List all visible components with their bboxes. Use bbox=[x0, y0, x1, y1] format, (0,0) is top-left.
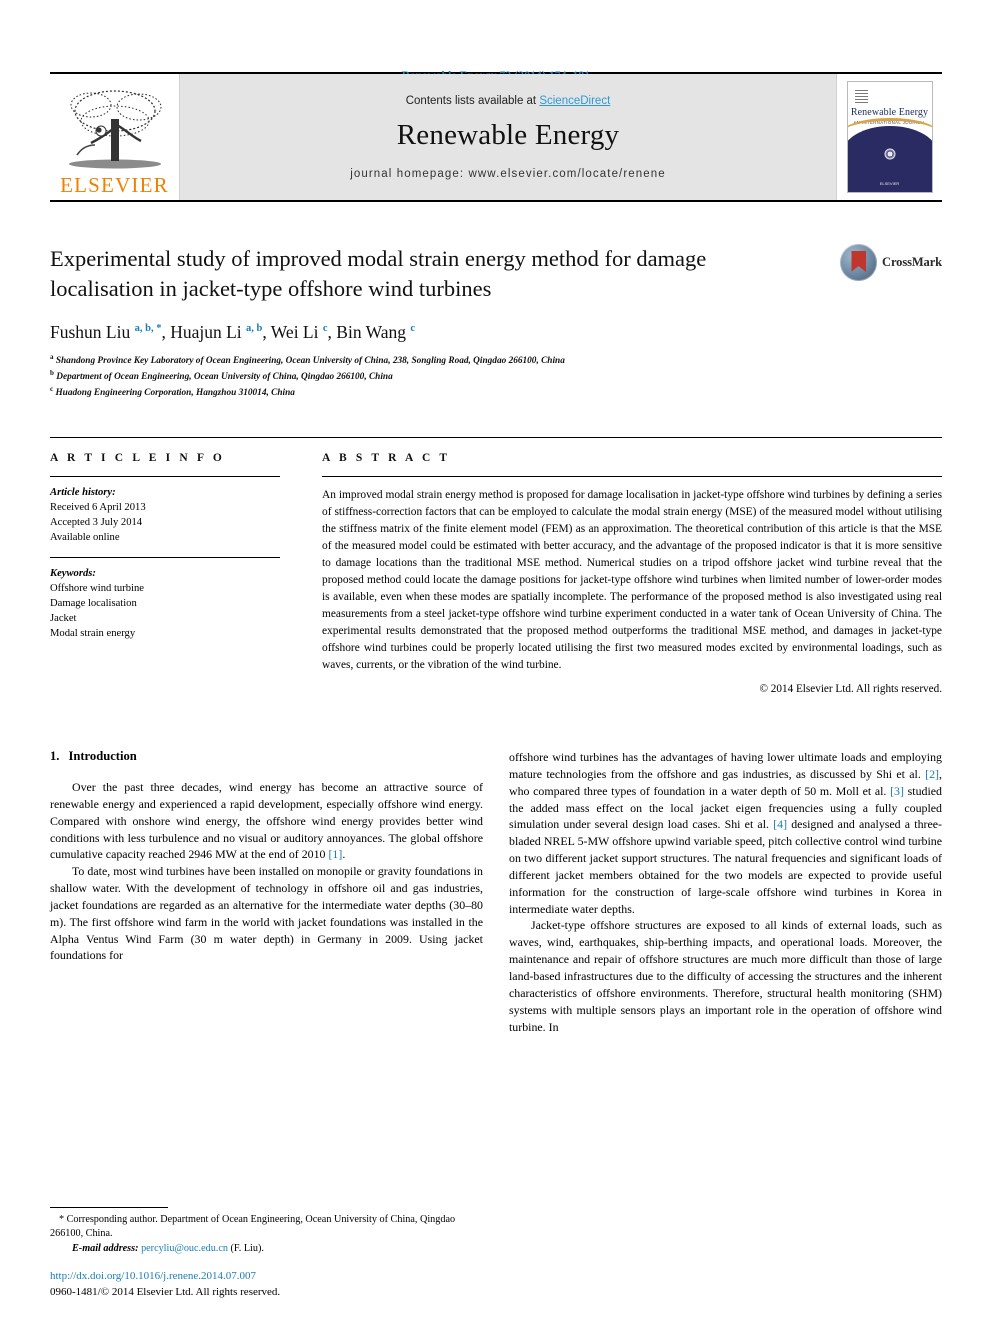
paragraph: Jacket-type offshore structures are expo… bbox=[509, 918, 942, 1034]
affiliation-list: a Shandong Province Key Laboratory of Oc… bbox=[50, 352, 942, 401]
cover-emblem-icon bbox=[881, 146, 898, 162]
elsevier-wordmark: ELSEVIER bbox=[60, 173, 169, 197]
title-block: CrossMark Experimental study of improved… bbox=[50, 244, 942, 401]
citation-ref[interactable]: [4] bbox=[773, 817, 787, 831]
affiliation-mark: c bbox=[50, 385, 54, 394]
keyword-item: Damage localisation bbox=[50, 597, 137, 609]
cover-footer-text: ELSEVIER bbox=[879, 181, 900, 186]
affiliation-text: Department of Ocean Engineering, Ocean U… bbox=[56, 372, 393, 383]
keyword-item: Modal strain energy bbox=[50, 627, 136, 639]
cover-publisher-icon bbox=[854, 88, 868, 103]
section-heading-introduction: 1. Introduction bbox=[50, 749, 483, 764]
keyword-item: Jacket bbox=[50, 612, 77, 624]
sciencedirect-link[interactable]: ScienceDirect bbox=[539, 95, 610, 107]
contents-prefix: Contents lists available at bbox=[405, 94, 540, 107]
paragraph: To date, most wind turbines have been in… bbox=[50, 864, 483, 963]
email-label: E-mail address: bbox=[72, 1243, 139, 1255]
body-columns: 1. Introduction Over the past three decad… bbox=[50, 749, 942, 1035]
paragraph: offshore wind turbines has the advantage… bbox=[509, 750, 942, 916]
crossmark-icon bbox=[840, 244, 878, 281]
abstract-column: A B S T R A C T An improved modal strain… bbox=[305, 438, 943, 696]
cover-title: Renewable Energy bbox=[850, 107, 929, 118]
doi-link[interactable]: http://dx.doi.org/10.1016/j.renene.2014.… bbox=[50, 1269, 500, 1285]
bottom-metadata: http://dx.doi.org/10.1016/j.renene.2014.… bbox=[50, 1269, 500, 1301]
article-history-group: Article history: Received 6 April 2013 A… bbox=[50, 477, 280, 557]
journal-cover-thumbnail: Renewable Energy AN INTERNATIONAL JOURNA… bbox=[846, 81, 933, 193]
history-item: Received 6 April 2013 bbox=[50, 501, 146, 513]
abstract-copyright: © 2014 Elsevier Ltd. All rights reserved… bbox=[759, 683, 943, 696]
body-column-left: 1. Introduction Over the past three decad… bbox=[50, 749, 483, 1035]
corresponding-author-text: * Corresponding author. Department of Oc… bbox=[50, 1213, 456, 1239]
crossmark-badge[interactable]: CrossMark bbox=[840, 244, 942, 281]
issn-copyright: 0960-1481/© 2014 Elsevier Ltd. All right… bbox=[50, 1286, 281, 1299]
journal-cover-block: Renewable Energy AN INTERNATIONAL JOURNA… bbox=[837, 74, 942, 200]
affiliation-text: Huadong Engineering Corporation, Hangzho… bbox=[55, 388, 295, 399]
email-owner: (F. Liu). bbox=[230, 1243, 264, 1255]
affiliation-item: b Department of Ocean Engineering, Ocean… bbox=[50, 368, 942, 384]
elsevier-tree-icon bbox=[68, 90, 161, 169]
keyword-item: Offshore wind turbine bbox=[50, 582, 144, 594]
paragraph: Over the past three decades, wind energy… bbox=[50, 780, 483, 862]
journal-homepage[interactable]: journal homepage: www.elsevier.com/locat… bbox=[350, 168, 666, 180]
journal-header-center: Contents lists available at ScienceDirec… bbox=[180, 74, 837, 200]
citation-ref[interactable]: [1] bbox=[328, 847, 342, 861]
affiliation-mark: b bbox=[50, 369, 54, 378]
article-info-column: A R T I C L E I N F O Article history: R… bbox=[50, 438, 305, 696]
paper-page: Renewable Energy 72 (2014) 174–181 bbox=[0, 0, 992, 1323]
contents-available-line: Contents lists available at ScienceDirec… bbox=[406, 95, 611, 107]
citation-ref[interactable]: [2] bbox=[925, 767, 939, 781]
page-title: Experimental study of improved modal str… bbox=[50, 246, 707, 301]
info-abstract-row: A R T I C L E I N F O Article history: R… bbox=[50, 436, 943, 696]
keywords-label: Keywords: bbox=[50, 567, 96, 579]
body-column-right: offshore wind turbines has the advantage… bbox=[509, 749, 942, 1035]
cover-gold-curve bbox=[847, 118, 932, 140]
article-info-heading: A R T I C L E I N F O bbox=[50, 451, 225, 464]
citation-ref[interactable]: [3] bbox=[890, 784, 904, 798]
email-line: E-mail address: percyliu@ouc.edu.cn (F. … bbox=[50, 1242, 483, 1257]
affiliation-mark: a bbox=[50, 352, 54, 361]
running-head: Renewable Energy 72 (2014) 174–181 bbox=[50, 0, 942, 82]
affiliation-item: c Huadong Engineering Corporation, Hangz… bbox=[50, 384, 942, 400]
affiliation-item: a Shandong Province Key Laboratory of Oc… bbox=[50, 352, 942, 368]
history-item: Accepted 3 July 2014 bbox=[50, 516, 143, 528]
affiliation-text: Shandong Province Key Laboratory of Ocea… bbox=[55, 355, 565, 366]
section-title: Introduction bbox=[68, 749, 137, 764]
elsevier-logo-block: ELSEVIER bbox=[50, 74, 180, 200]
footnote-rule bbox=[50, 1206, 168, 1208]
author-list: Fushun Liu a, b, *, Huajun Li a, b, Wei … bbox=[50, 321, 416, 342]
journal-title: Renewable Energy bbox=[396, 118, 620, 151]
journal-masthead: ELSEVIER Contents lists available at Sci… bbox=[50, 72, 942, 202]
section-number: 1. bbox=[50, 749, 60, 764]
corresponding-author-footnote: * Corresponding author. Department of Oc… bbox=[50, 1206, 483, 1257]
history-item: Available online bbox=[50, 531, 120, 543]
article-history-label: Article history: bbox=[50, 486, 116, 498]
email-link[interactable]: percyliu@ouc.edu.cn bbox=[141, 1243, 228, 1254]
keywords-group: Keywords: Offshore wind turbine Damage l… bbox=[50, 558, 280, 653]
abstract-heading: A B S T R A C T bbox=[322, 451, 451, 464]
abstract-text: An improved modal strain energy method i… bbox=[322, 488, 942, 671]
crossmark-label: CrossMark bbox=[882, 255, 942, 269]
